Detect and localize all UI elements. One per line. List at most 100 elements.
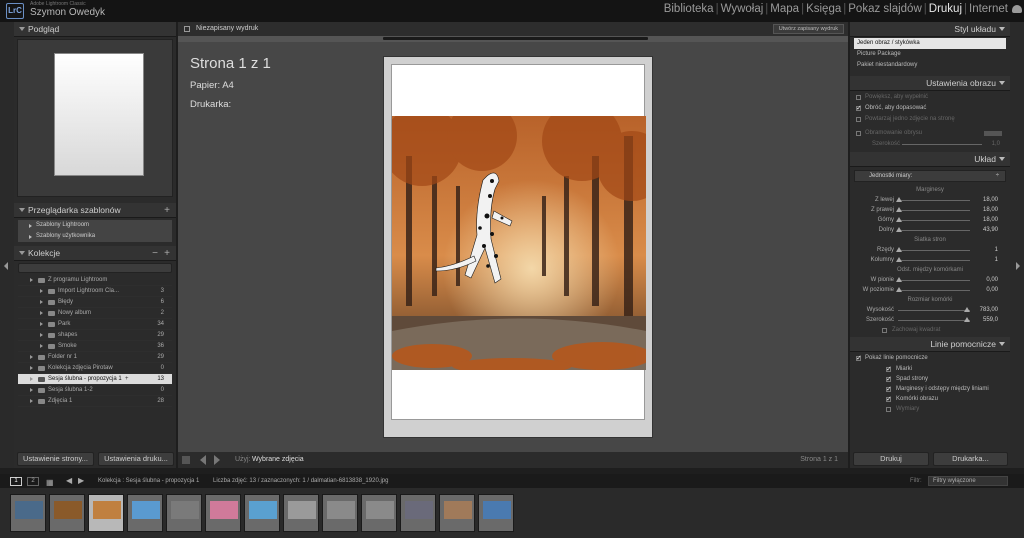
guide-option[interactable]: Miarki xyxy=(854,364,1006,375)
module-3[interactable]: Księga xyxy=(804,3,843,15)
guide-option[interactable]: Komórki obrazu xyxy=(854,394,1006,405)
slider-knob[interactable] xyxy=(896,207,902,212)
window-2-button[interactable]: 2 xyxy=(27,477,39,486)
add-icon[interactable]: + xyxy=(164,246,170,261)
slider-track[interactable] xyxy=(896,217,970,222)
remove-icon[interactable]: − xyxy=(152,246,158,261)
filmstrip-thumbnail[interactable] xyxy=(88,494,124,532)
right-edge[interactable] xyxy=(1010,22,1024,468)
slider-track[interactable] xyxy=(896,277,970,282)
units-select[interactable]: Jednostki miary: xyxy=(854,170,1006,182)
disclosure-icon[interactable] xyxy=(40,311,43,315)
checkbox[interactable] xyxy=(856,117,861,122)
slider-track[interactable] xyxy=(898,307,970,312)
stroke-width-slider[interactable] xyxy=(902,144,982,145)
collection-item[interactable]: Z programu Lightroom xyxy=(18,275,172,286)
filmstrip-thumbnail[interactable] xyxy=(127,494,163,532)
stroke-checkbox[interactable] xyxy=(856,131,861,136)
layout-header[interactable]: Układ xyxy=(850,152,1010,167)
disclosure-icon[interactable] xyxy=(40,344,43,348)
filmstrip-thumbnail[interactable] xyxy=(478,494,514,532)
printer-button[interactable]: Drukarka... xyxy=(933,452,1008,466)
stroke-color-swatch[interactable] xyxy=(984,131,1002,136)
slider-knob[interactable] xyxy=(896,247,902,252)
layout-style-option[interactable]: Picture Package xyxy=(854,49,1006,60)
module-4[interactable]: Pokaz slajdów xyxy=(846,3,924,15)
collections-search-input[interactable] xyxy=(18,263,172,273)
back-icon[interactable]: ◀ xyxy=(66,474,72,488)
next-page-icon[interactable] xyxy=(214,455,220,465)
keep-square-row[interactable]: Zachowaj kwadrat xyxy=(854,325,1006,335)
filmstrip-thumbnail[interactable] xyxy=(439,494,475,532)
collection-path[interactable]: Kolekcja : Sesja ślubna - propozycja 1 xyxy=(98,474,199,488)
forward-icon[interactable]: ▶ xyxy=(78,474,84,488)
slider-track[interactable] xyxy=(896,197,970,202)
filmstrip-thumbnail[interactable] xyxy=(244,494,280,532)
collection-item[interactable]: Sesja ślubna 1-2 0 xyxy=(18,385,172,396)
horizontal-scrollbar[interactable] xyxy=(178,36,848,42)
checkbox[interactable] xyxy=(856,353,862,364)
print-button[interactable]: Drukuj xyxy=(853,452,929,466)
collection-item[interactable]: shapes 29 xyxy=(18,330,172,341)
slider-track[interactable] xyxy=(896,257,970,262)
disclosure-icon[interactable] xyxy=(40,333,43,337)
collection-item[interactable]: Zdjęcia 1 28 xyxy=(18,396,172,407)
filmstrip-thumbnail[interactable] xyxy=(10,494,46,532)
image-setting-option[interactable]: Obróć, aby dopasować xyxy=(854,103,1006,114)
checkbox[interactable] xyxy=(886,407,891,412)
collection-item[interactable]: Sesja ślubna - propozycja 1 +13 xyxy=(18,374,172,385)
slider-track[interactable] xyxy=(896,207,970,212)
keep-square-checkbox[interactable] xyxy=(882,328,887,333)
disclosure-icon[interactable] xyxy=(30,366,33,370)
filmstrip-thumbnail[interactable] xyxy=(361,494,397,532)
slider-knob[interactable] xyxy=(896,277,902,282)
slider-knob[interactable] xyxy=(896,227,902,232)
slider-knob[interactable] xyxy=(896,287,902,292)
slider-knob[interactable] xyxy=(964,307,970,312)
checkbox[interactable] xyxy=(886,394,892,405)
collection-item[interactable]: Smoke 36 xyxy=(18,341,172,352)
prev-page-icon[interactable] xyxy=(200,455,206,465)
disclosure-icon[interactable] xyxy=(30,377,33,381)
slider-track[interactable] xyxy=(896,287,970,292)
disclosure-icon[interactable] xyxy=(40,289,43,293)
filmstrip-thumbnail[interactable] xyxy=(205,494,241,532)
module-5[interactable]: Drukuj xyxy=(927,3,964,15)
module-0[interactable]: Biblioteka xyxy=(662,3,716,15)
show-guides-option[interactable]: Pokaż linie pomocnicze xyxy=(854,353,1006,364)
collection-item[interactable]: Kolekcja zdjęcia Pirotaw 0 xyxy=(18,363,172,374)
template-folder[interactable]: Szablony Lightroom xyxy=(18,220,172,231)
checkbox[interactable] xyxy=(856,95,861,100)
scrollbar-thumb[interactable] xyxy=(383,37,648,40)
window-1-button[interactable]: 1 xyxy=(10,477,22,486)
slider-knob[interactable] xyxy=(896,257,902,262)
layout-style-header[interactable]: Styl układu xyxy=(850,22,1010,37)
image-settings-header[interactable]: Ustawienia obrazu xyxy=(850,76,1010,91)
disclosure-icon[interactable] xyxy=(30,278,33,282)
module-6[interactable]: Internet xyxy=(967,3,1010,15)
slider-track[interactable] xyxy=(896,247,970,252)
slider-track[interactable] xyxy=(896,227,970,232)
collapse-left-icon[interactable] xyxy=(4,262,8,270)
page-setup-button[interactable]: Ustawienie strony... xyxy=(17,452,94,466)
preview-header[interactable]: Podgląd xyxy=(14,22,176,37)
disclosure-icon[interactable] xyxy=(30,388,33,392)
stroke-row[interactable]: Obramowanie obrysu xyxy=(854,128,1006,139)
collapse-right-icon[interactable] xyxy=(1016,262,1020,270)
disclosure-icon[interactable] xyxy=(40,322,43,326)
filmstrip-thumbnail[interactable] xyxy=(283,494,319,532)
slider-knob[interactable] xyxy=(896,197,902,202)
filmstrip-thumbnail[interactable] xyxy=(322,494,358,532)
save-print-button[interactable]: Utwórz zapisany wydruk xyxy=(772,24,844,34)
filter-select[interactable]: Filtry wyłączone xyxy=(928,476,1008,486)
collection-item[interactable]: Folder nr 1 29 xyxy=(18,352,172,363)
filmstrip-thumbnail[interactable] xyxy=(400,494,436,532)
photo-cell[interactable] xyxy=(392,116,646,370)
collection-item[interactable]: Park 34 xyxy=(18,319,172,330)
layout-style-option[interactable]: Pakiet niestandardowy xyxy=(854,60,1006,71)
module-2[interactable]: Mapa xyxy=(768,3,801,15)
collections-header[interactable]: Kolekcje − + xyxy=(14,246,176,261)
filmstrip-thumbnail[interactable] xyxy=(166,494,202,532)
collection-item[interactable]: Import Lightroom Cla... 3 xyxy=(18,286,172,297)
module-1[interactable]: Wywołaj xyxy=(719,3,766,15)
